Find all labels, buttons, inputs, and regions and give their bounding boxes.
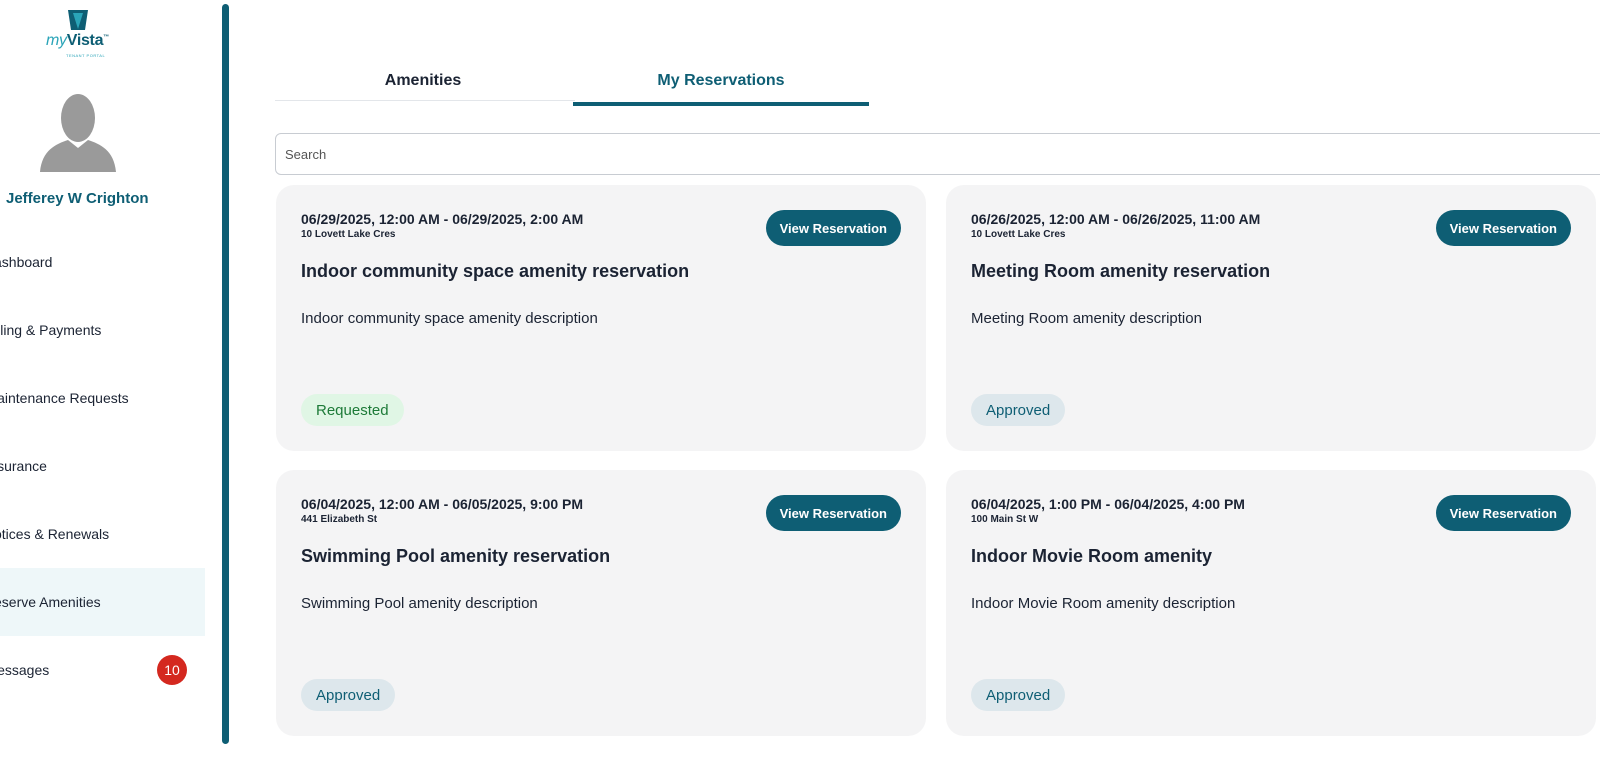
reservation-card: 06/04/2025, 12:00 AM - 06/05/2025, 9:00 …	[276, 470, 926, 736]
myvista-logo[interactable]: myVista™ TENANT PORTAL	[44, 10, 112, 60]
sidebar-item-label: laintenance Requests	[0, 390, 129, 406]
logo-tagline: TENANT PORTAL	[66, 53, 106, 58]
status-badge: Approved	[971, 394, 1066, 426]
reservation-description: Indoor Movie Room amenity description	[971, 595, 1236, 612]
reservation-card: 06/04/2025, 1:00 PM - 06/04/2025, 4:00 P…	[946, 470, 1596, 736]
reservation-title: Swimming Pool amenity reservation	[301, 546, 611, 566]
view-reservation-button[interactable]: View Reservation	[1435, 495, 1571, 531]
reservation-dates: 06/04/2025, 12:00 AM - 06/05/2025, 9:00 …	[301, 496, 583, 512]
sidebar-item-notices-renewals[interactable]: otices & Renewals	[0, 500, 205, 568]
reservation-tabs: Amenities My Reservations	[275, 58, 1600, 106]
search-input[interactable]	[275, 133, 1600, 175]
door-logo-icon	[68, 10, 88, 30]
sidebar-item-label: otices & Renewals	[0, 526, 110, 542]
sidebar-item-label: isurance	[0, 458, 47, 474]
reservation-dates: 06/29/2025, 12:00 AM - 06/29/2025, 2:00 …	[301, 211, 584, 227]
avatar[interactable]	[38, 88, 118, 172]
sidebar-nav: ashboard illing & Payments laintenance R…	[0, 228, 205, 704]
reservation-address: 10 Lovett Lake Cres	[971, 229, 1066, 240]
sidebar-item-label: lessages	[0, 662, 50, 678]
reservation-title: Meeting Room amenity reservation	[971, 261, 1271, 281]
status-badge: Approved	[301, 679, 396, 711]
sidebar-item-maintenance-requests[interactable]: laintenance Requests	[0, 364, 205, 432]
reservation-address: 10 Lovett Lake Cres	[301, 229, 396, 240]
reservation-address: 100 Main St W	[971, 514, 1039, 525]
reservation-dates: 06/26/2025, 12:00 AM - 06/26/2025, 11:00…	[971, 211, 1261, 227]
sidebar-item-messages[interactable]: lessages 10	[0, 636, 205, 704]
sidebar-item-insurance[interactable]: isurance	[0, 432, 205, 500]
sidebar-item-reserve-amenities[interactable]: eserve Amenities	[0, 568, 205, 636]
reservation-title: Indoor community space amenity reservati…	[301, 261, 690, 281]
reservation-description: Meeting Room amenity description	[971, 310, 1202, 327]
user-name: Jefferey W Crighton	[6, 190, 149, 207]
tab-my-reservations[interactable]: My Reservations	[573, 58, 869, 106]
status-badge: Approved	[971, 679, 1066, 711]
reservation-description: Indoor community space amenity descripti…	[301, 310, 598, 327]
sidebar-item-label: illing & Payments	[0, 322, 102, 338]
reservation-card: 06/29/2025, 12:00 AM - 06/29/2025, 2:00 …	[276, 185, 926, 451]
sidebar: myVista™ TENANT PORTAL Jefferey W Cright…	[0, 0, 222, 764]
status-badge: Requested	[301, 394, 404, 426]
sidebar-item-dashboard[interactable]: ashboard	[0, 228, 205, 296]
reservation-card: 06/26/2025, 12:00 AM - 06/26/2025, 11:00…	[946, 185, 1596, 451]
reservation-title: Indoor Movie Room amenity	[971, 546, 1213, 566]
logo-wordmark: myVista™	[46, 32, 109, 49]
reservation-address: 441 Elizabeth St	[301, 514, 378, 525]
sidebar-item-billing-payments[interactable]: illing & Payments	[0, 296, 205, 364]
view-reservation-button[interactable]: View Reservation	[765, 210, 901, 246]
user-silhouette-icon	[40, 94, 116, 172]
tab-amenities[interactable]: Amenities	[275, 58, 571, 104]
messages-count-badge: 10	[157, 655, 187, 685]
view-reservation-button[interactable]: View Reservation	[1435, 210, 1571, 246]
view-reservation-button[interactable]: View Reservation	[765, 495, 901, 531]
sidebar-item-label: ashboard	[0, 254, 53, 270]
reservation-dates: 06/04/2025, 1:00 PM - 06/04/2025, 4:00 P…	[971, 496, 1245, 512]
reservation-description: Swimming Pool amenity description	[301, 595, 538, 612]
sidebar-scrollbar[interactable]	[222, 4, 229, 744]
sidebar-item-label: eserve Amenities	[0, 594, 101, 610]
